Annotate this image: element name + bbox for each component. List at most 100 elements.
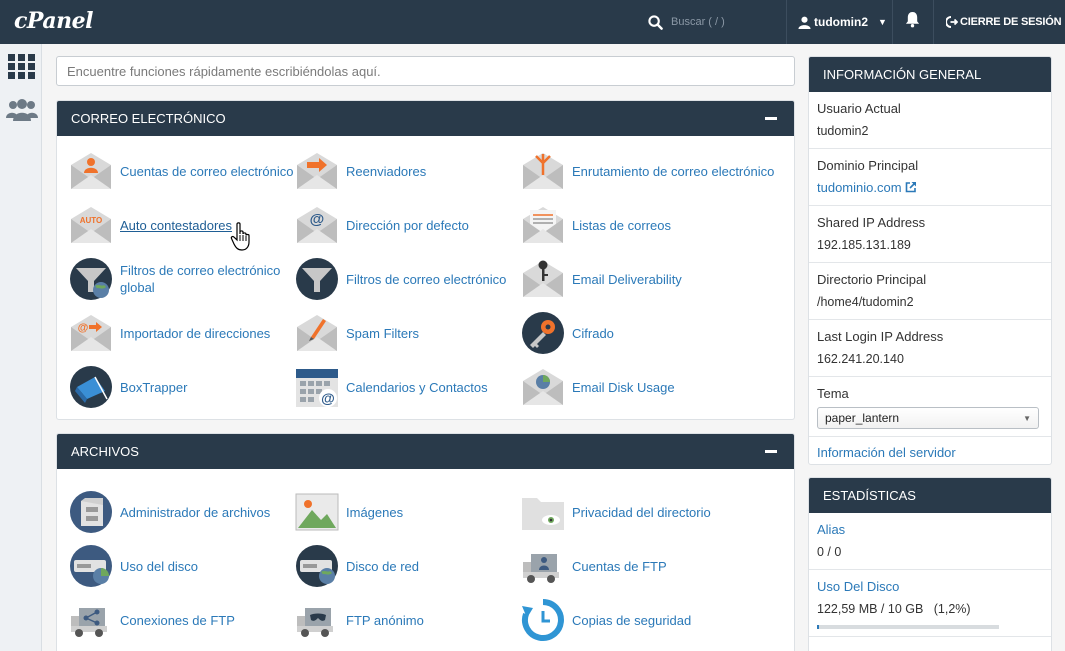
files-panel: ARCHIVOS Administrador de archivos Imáge… [56,433,795,651]
last-login-ip-value: 162.241.20.140 [817,352,904,366]
email-filters-link[interactable]: Filtros de correo electrónico [295,252,521,306]
email-disk-usage-label: Email Disk Usage [572,379,675,395]
autoresponders-link[interactable]: AUTO Auto contestadores [69,198,295,252]
users-icon [6,99,38,121]
boxtrapper-link[interactable]: BoxTrapper [69,360,295,414]
shared-ip-key: Shared IP Address [817,215,926,230]
home-grid-button[interactable] [8,54,35,81]
default-address-link[interactable]: @ Dirección por defecto [295,198,521,252]
collapse-icon[interactable] [765,117,777,120]
theme-key: Tema [817,386,849,401]
global-search-input[interactable] [671,16,771,28]
primary-domain-value: tudominio.com [817,180,902,195]
forwarders-link[interactable]: Reenviadores [295,144,521,198]
top-bar: cPanel tudomin2 ▼ CIERRE DE SESIÓN [0,0,1065,44]
directory-privacy-icon [522,498,564,530]
aliases-link[interactable]: Alias [817,521,1043,539]
stats-header: ESTADÍSTICAS [809,478,1051,513]
encryption-link[interactable]: Cifrado [521,306,781,360]
home-directory-row: Directorio Principal /home4/tudomin2 [809,263,1051,320]
svg-text:@: @ [78,322,89,334]
left-rail [0,44,42,651]
general-info-header: INFORMACIÓN GENERAL [809,57,1051,92]
encryption-label: Cifrado [572,325,614,341]
spam-filters-link[interactable]: Spam Filters [295,306,521,360]
disk-usage-progress [817,625,999,629]
svg-text:@: @ [321,390,335,406]
stats-panel: ESTADÍSTICAS Alias 0 / 0 Uso Del Disco 1… [808,477,1052,651]
disk-usage-stat-link[interactable]: Uso Del Disco [817,578,1043,596]
forwarders-icon [297,153,337,189]
chevron-down-icon: ▼ [878,17,887,27]
calendars-contacts-label: Calendarios y Contactos [346,379,488,395]
directory-privacy-label: Privacidad del directorio [572,504,711,520]
theme-select[interactable]: paper_lantern ▼ [817,407,1039,429]
server-info-link[interactable]: Información del servidor [817,445,956,460]
email-accounts-link[interactable]: Cuentas de correo electrónico [69,144,295,198]
email-deliverability-link[interactable]: Email Deliverability [521,252,781,306]
notifications-button[interactable] [905,11,920,31]
mailing-lists-icon [523,207,563,243]
logout-label: CIERRE DE SESIÓN [960,16,1062,28]
aliases-value: 0 / 0 [817,545,842,559]
stats-title: ESTADÍSTICAS [823,488,916,503]
global-email-filters-link[interactable]: Filtros de correo electrónico global [69,252,295,306]
email-disk-usage-link[interactable]: Email Disk Usage [521,360,781,414]
anonymous-ftp-label: FTP anónimo [346,612,424,628]
server-info-row: Información del servidor [809,437,1051,464]
divider [892,0,893,44]
disk-usage-stat-value: 122,59 MB / 10 GB (1,2%) [817,602,971,616]
primary-domain-key: Dominio Principal [817,158,919,173]
divider [786,0,787,44]
email-panel-header[interactable]: CORREO ELECTRÓNICO [57,101,794,136]
cpanel-logo[interactable]: cPanel [14,8,93,34]
user-icon [798,16,811,29]
file-manager-link[interactable]: Administrador de archivos [69,485,295,539]
primary-domain-link[interactable]: tudominio.com [817,178,1043,198]
email-panel: CORREO ELECTRÓNICO Cuentas de correo ele… [56,100,795,420]
shared-ip-row: Shared IP Address 192.185.131.189 [809,206,1051,263]
web-disk-label: Disco de red [346,558,419,574]
images-icon [295,493,339,531]
current-user-row: Usuario Actual tudomin2 [809,92,1051,149]
address-importer-link[interactable]: @ Importador de direcciones [69,306,295,360]
shared-ip-value: 192.185.131.189 [817,238,911,252]
boxtrapper-icon [70,366,112,408]
anonymous-ftp-link[interactable]: FTP anónimo [295,593,521,647]
global-email-filters-label: Filtros de correo electrónico global [120,263,281,295]
spam-filters-icon [297,315,337,351]
primary-domain-row: Dominio Principal tudominio.com [809,149,1051,206]
divider [933,0,934,44]
backup-link[interactable]: Copias de seguridad [521,593,781,647]
general-info-panel: INFORMACIÓN GENERAL Usuario Actual tudom… [808,56,1052,465]
address-importer-label: Importador de direcciones [120,325,271,341]
calendars-contacts-link[interactable]: @ Calendarios y Contactos [295,360,521,414]
email-section-title: CORREO ELECTRÓNICO [71,111,226,126]
mailing-lists-link[interactable]: Listas de correos [521,198,781,252]
bell-icon [905,12,920,28]
files-panel-header[interactable]: ARCHIVOS [57,434,794,469]
logout-button[interactable]: CIERRE DE SESIÓN [946,0,1062,44]
autoresponders-icon: AUTO [71,207,111,243]
users-button[interactable] [6,98,38,125]
disk-usage-link[interactable]: Uso del disco [69,539,295,593]
web-disk-link[interactable]: Disco de red [295,539,521,593]
directory-privacy-link[interactable]: Privacidad del directorio [521,485,781,539]
grid-icon [8,54,35,79]
theme-select-value: paper_lantern [825,411,900,425]
user-menu[interactable]: tudomin2 ▼ [798,0,887,44]
global-email-filters-icon [70,258,112,300]
ftp-accounts-link[interactable]: Cuentas de FTP [521,539,781,593]
hand-cursor-icon [230,222,250,251]
search-icon [648,14,663,30]
auto-badge: AUTO [80,216,103,225]
external-link-icon [905,182,917,193]
collapse-icon[interactable] [765,450,777,453]
ftp-connections-link[interactable]: Conexiones de FTP [69,593,295,647]
images-link[interactable]: Imágenes [295,485,521,539]
email-routing-link[interactable]: Enrutamiento de correo electrónico [521,144,781,198]
aliases-row: Alias 0 / 0 [809,513,1051,570]
global-search[interactable] [648,0,783,44]
anonymous-ftp-icon [297,608,333,637]
quick-search-input[interactable] [56,56,795,86]
